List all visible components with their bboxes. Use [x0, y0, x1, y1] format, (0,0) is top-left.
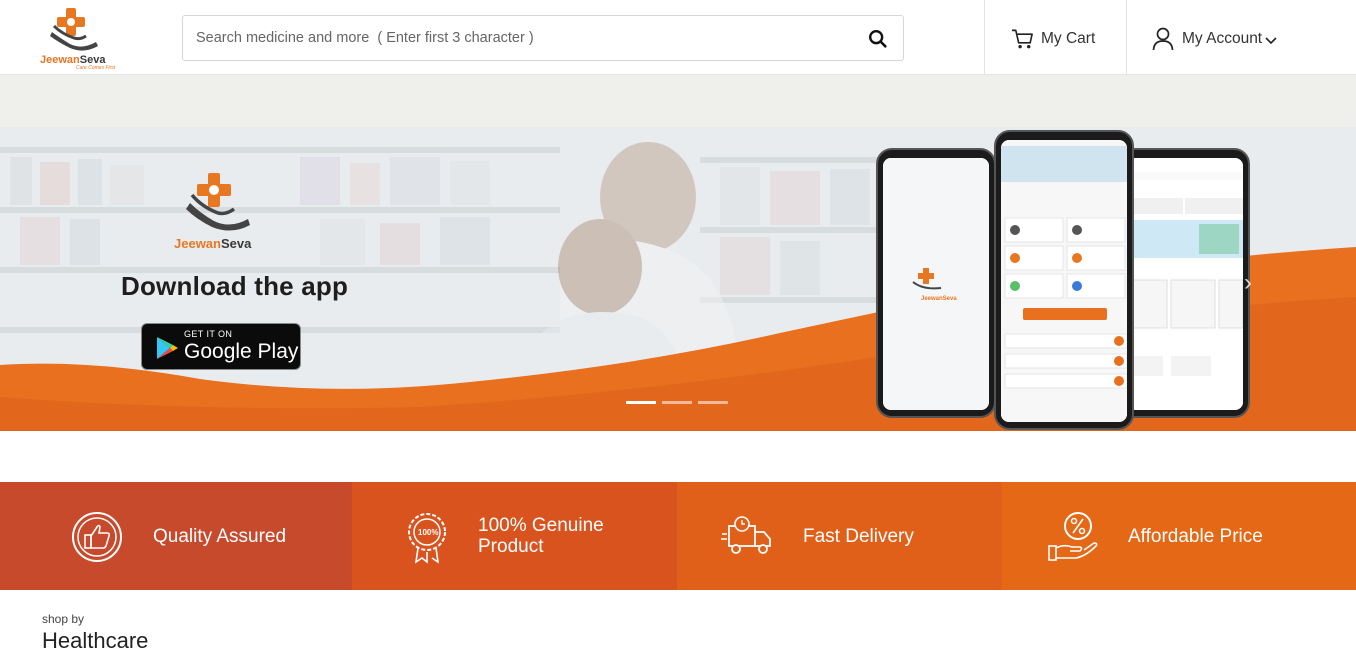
feature-label: Quality Assured: [153, 525, 287, 547]
app-splash-image: JeewanSeva: [883, 158, 989, 410]
cart-button[interactable]: My Cart: [1011, 26, 1095, 52]
carousel-indicators: [626, 401, 728, 404]
google-play-big-text: Google Play: [184, 340, 299, 363]
account-label: My Account: [1182, 30, 1263, 47]
hand-cross-icon: [50, 8, 98, 51]
feature-affordable-price: Affordable Price: [1002, 482, 1356, 590]
carousel-next-arrow-icon[interactable]: ›: [1244, 269, 1252, 297]
brand-logo[interactable]: JeewanSeva Care Comes First: [40, 4, 120, 71]
svg-text:JeewanSeva: JeewanSeva: [921, 296, 957, 302]
phone-mockup-left: JeewanSeva: [876, 148, 996, 418]
delivery-truck-icon: [721, 516, 771, 554]
features-strip: Quality Assured 100% 100% Genuine Product…: [0, 482, 1356, 590]
thumbs-up-icon: [72, 512, 122, 562]
search-bar: [182, 15, 904, 61]
discount-hand-icon: [1048, 512, 1098, 561]
genuine-badge-icon: 100%: [408, 513, 446, 564]
brand-tagline: Care Comes First: [76, 65, 116, 71]
phone-screen: JeewanSeva: [883, 158, 989, 410]
phone-screen: [1001, 140, 1127, 422]
top-header: JeewanSeva Care Comes First My Cart My A…: [0, 0, 1356, 75]
user-icon: [1152, 27, 1174, 51]
svg-text:100%: 100%: [418, 528, 438, 537]
feature-fast-delivery: Fast Delivery: [677, 482, 1002, 590]
search-icon[interactable]: [867, 28, 889, 50]
hero-title: Download the app: [121, 271, 349, 301]
app-shop-screen-image: [1119, 158, 1243, 410]
header-divider: [1126, 0, 1127, 75]
section-kicker: shop by: [42, 612, 85, 626]
app-home-screen-image: [1001, 140, 1127, 422]
hero-top-band: [0, 75, 1356, 127]
search-input[interactable]: [184, 17, 844, 59]
cart-icon: [1011, 29, 1033, 49]
feature-label: Fast Delivery: [803, 525, 914, 547]
phone-mockup-center: [994, 130, 1134, 430]
hero-carousel[interactable]: JeewanSeva Download the app GET IT ON Go…: [0, 127, 1356, 431]
feature-genuine-product: 100% 100% Genuine Product: [352, 482, 677, 590]
carousel-dot[interactable]: [662, 401, 692, 404]
cart-label: My Cart: [1041, 30, 1096, 47]
google-play-button[interactable]: GET IT ON Google Play: [141, 323, 301, 370]
account-menu-button[interactable]: My Account: [1152, 26, 1277, 52]
carousel-dot[interactable]: [698, 401, 728, 404]
feature-label: 100% Genuine Product: [478, 515, 604, 557]
google-play-icon: [157, 337, 178, 359]
feature-label: Affordable Price: [1128, 525, 1263, 547]
chevron-down-icon: [1265, 36, 1277, 44]
carousel-dot[interactable]: [626, 401, 656, 404]
hero-brand-name: JeewanSeva: [174, 236, 252, 251]
feature-quality-assured: Quality Assured: [0, 482, 352, 590]
header-divider: [984, 0, 985, 75]
section-title: Healthcare: [42, 628, 149, 653]
google-play-small-text: GET IT ON: [184, 329, 233, 339]
phone-screen: [1119, 158, 1243, 410]
